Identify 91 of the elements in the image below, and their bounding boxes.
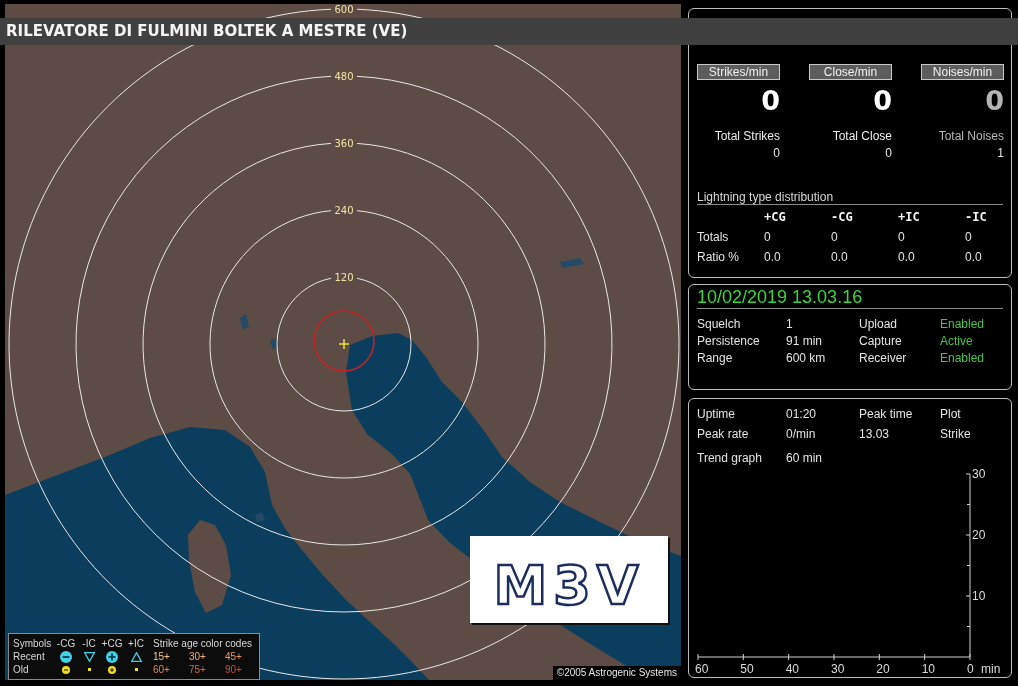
table-value: 0	[831, 230, 839, 244]
legend-age-title: Strike age color codes	[152, 637, 253, 650]
status-label: Receiver	[859, 350, 908, 365]
info-text: Trend graph	[697, 451, 763, 465]
crosshair-icon	[338, 338, 350, 350]
table-value: 0.0	[831, 250, 849, 264]
total-value: 0	[885, 145, 892, 162]
counter-value: 0	[761, 86, 780, 116]
column-header: +IC	[898, 210, 921, 224]
counter-value: 0	[873, 86, 892, 116]
age-color-label: 75+	[188, 663, 207, 676]
table-value: 0	[764, 230, 772, 244]
counter-button[interactable]: Strikes/min	[697, 64, 780, 80]
plus-circle-icon	[108, 665, 116, 674]
status-value: Enabled	[940, 350, 986, 365]
age-color-label: 90+	[224, 663, 243, 676]
setting-label: Range	[697, 350, 734, 365]
range-label: 480	[334, 71, 354, 82]
legend-label: Symbols	[13, 637, 53, 650]
tick-label: 20	[972, 528, 986, 542]
legend-symbol-label: -CG	[56, 637, 76, 650]
date-time: 10/02/2019 13.03.16	[697, 287, 1003, 309]
counter-button[interactable]: Close/min	[809, 64, 892, 80]
tick-label: 30	[831, 662, 845, 676]
info-text: Plot	[940, 407, 962, 421]
legend-symbol-label: -IC	[82, 637, 96, 650]
column-header: +CG	[764, 210, 787, 224]
table-value: 0.0	[764, 250, 782, 264]
info-text: 01:20	[786, 407, 818, 421]
total-label: Total Noises	[938, 128, 1004, 145]
legend-symbol-label: +CG	[101, 637, 123, 650]
info-text: 60 min	[786, 451, 824, 465]
table-value: 0	[965, 230, 973, 244]
status-label: Upload	[859, 316, 899, 331]
down-triangle-icon	[83, 651, 95, 662]
legend-symbol-label: +IC	[128, 637, 144, 650]
status-value: Enabled	[940, 316, 986, 331]
tick-label: 40	[785, 662, 800, 676]
info-text: Peak rate	[697, 427, 750, 441]
range-label: 240	[334, 205, 354, 216]
axis-title: min	[981, 662, 1001, 676]
logo: M3V	[470, 536, 668, 623]
minus-circle-icon	[60, 650, 72, 663]
range-label: 120	[334, 272, 354, 283]
legend-label: Old	[13, 663, 30, 676]
tick-label: 10	[972, 589, 986, 603]
table-value: 0	[898, 230, 906, 244]
age-color-label: 15+	[152, 650, 171, 663]
legend-label: Recent	[13, 650, 46, 663]
info-text: 0/min	[786, 427, 817, 441]
total-label: Total Close	[832, 128, 892, 145]
close-range-circle	[313, 310, 375, 372]
up-triangle-icon	[130, 651, 142, 662]
age-color-label: 30+	[188, 650, 207, 663]
column-header: -CG	[831, 210, 854, 224]
total-value: 0	[773, 145, 780, 162]
range-label: 600	[334, 4, 354, 15]
title-bar: RILEVATORE DI FULMINI BOLTEK A MESTRE (VE)	[0, 18, 1018, 45]
total-value: 1	[997, 145, 1004, 162]
table-value: 0.0	[898, 250, 916, 264]
copyright-text: ©2005 Astrogenic Systems	[552, 666, 681, 680]
tick-label: 0	[967, 662, 974, 676]
column-header: -IC	[965, 210, 988, 224]
counter-button[interactable]: Noises/min	[921, 64, 1004, 80]
tick-label: 60	[695, 662, 709, 676]
age-color-label: 60+	[152, 663, 171, 676]
info-text: 13.03	[859, 427, 891, 441]
counter-value: 0	[985, 86, 1004, 116]
setting-value: 600 km	[786, 350, 827, 365]
info-text: Peak time	[859, 407, 914, 421]
row-label: Totals	[697, 230, 730, 244]
setting-value: 91 min	[786, 333, 824, 348]
status-value: Active	[940, 333, 974, 348]
plus-circle-icon	[106, 650, 118, 663]
info-text: Strike	[940, 427, 972, 441]
row-label: Ratio %	[697, 250, 741, 264]
tick-label: 20	[876, 662, 890, 676]
minus-circle-icon	[62, 665, 70, 674]
setting-label: Squelch	[697, 316, 742, 331]
setting-label: Persistence	[697, 333, 761, 348]
total-label: Total Strikes	[714, 128, 780, 145]
table-value: 0.0	[965, 250, 983, 264]
section-title: Lightning type distribution	[697, 190, 1003, 205]
info-text: Uptime	[697, 407, 736, 421]
tick-label: 30	[972, 468, 986, 481]
setting-value: 1	[786, 316, 794, 331]
range-label: 360	[334, 138, 354, 149]
tick-label: 50	[740, 662, 754, 676]
tick-label: 10	[921, 662, 936, 676]
age-color-label: 45+	[224, 650, 243, 663]
status-label: Capture	[859, 333, 903, 348]
